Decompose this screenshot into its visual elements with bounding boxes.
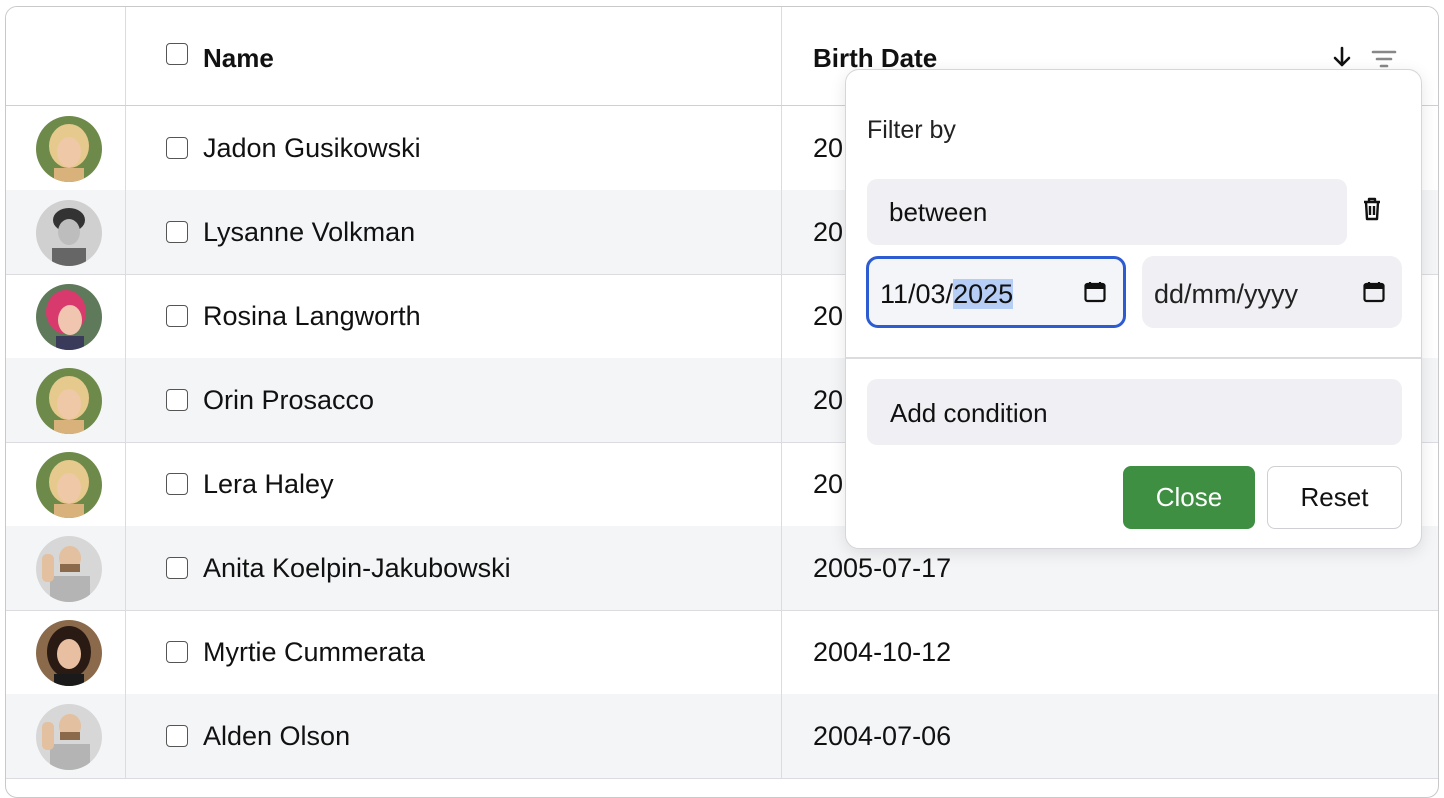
from-date-prefix: 11/03/	[880, 279, 954, 309]
name-cell: Myrtie Cummerata	[203, 637, 426, 667]
header-name-cell[interactable]: Name	[126, 7, 782, 105]
birth-date-cell: 20	[813, 469, 844, 499]
row-checkbox[interactable]	[166, 305, 188, 327]
row-checkbox[interactable]	[166, 641, 188, 663]
filter-title: Filter by	[867, 116, 956, 144]
row-checkbox[interactable]	[166, 473, 188, 495]
trash-icon[interactable]	[1361, 196, 1383, 222]
filter-operator-value: between	[889, 197, 988, 227]
blonde-woman-avatar	[36, 368, 102, 434]
table-row[interactable]: Myrtie Cummerata 2004-10-12	[6, 610, 1438, 695]
filter-operator-select[interactable]: between	[867, 179, 1347, 245]
name-cell: Lera Haley	[203, 469, 334, 499]
row-checkbox[interactable]	[166, 557, 188, 579]
name-cell: Jadon Gusikowski	[203, 133, 421, 163]
close-button[interactable]: Close	[1123, 466, 1255, 529]
row-checkbox[interactable]	[166, 221, 188, 243]
header-avatar-cell	[6, 7, 126, 105]
name-cell: Anita Koelpin-Jakubowski	[203, 553, 511, 583]
sort-down-icon[interactable]	[1332, 45, 1352, 69]
dark-hair-woman-avatar	[36, 620, 102, 686]
to-date-placeholder: dd/mm/yyyy	[1154, 279, 1299, 309]
name-column-header[interactable]: Name	[203, 43, 274, 74]
from-date-year-selected: 2025	[953, 279, 1014, 309]
from-date-input[interactable]: 11/03/2025	[866, 256, 1126, 328]
name-cell: Lysanne Volkman	[203, 217, 416, 247]
add-condition-label: Add condition	[890, 398, 1048, 428]
birth-date-cell: 2004-07-06	[813, 721, 952, 751]
filter-popover: Filter by between 11/03/2025 dd/mm/yyyy …	[845, 69, 1422, 549]
bearded-man-avatar	[36, 704, 102, 770]
birth-date-cell: 20	[813, 217, 844, 247]
pink-hair-woman-avatar	[36, 284, 102, 350]
row-checkbox[interactable]	[166, 137, 188, 159]
name-cell: Rosina Langworth	[203, 301, 421, 331]
birth-date-cell: 2004-10-12	[813, 637, 952, 667]
blonde-woman-avatar	[36, 116, 102, 182]
calendar-icon[interactable]	[1083, 280, 1107, 304]
popover-divider	[846, 357, 1421, 359]
name-cell: Orin Prosacco	[203, 385, 375, 415]
table-row[interactable]: Alden Olson 2004-07-06	[6, 694, 1438, 779]
to-date-input[interactable]: dd/mm/yyyy	[1142, 256, 1402, 328]
row-checkbox[interactable]	[166, 389, 188, 411]
calendar-icon[interactable]	[1362, 280, 1386, 304]
blonde-woman-avatar	[36, 452, 102, 518]
row-checkbox[interactable]	[166, 725, 188, 747]
bw-man-avatar	[36, 200, 102, 266]
birth-date-cell: 20	[813, 385, 844, 415]
birth-date-cell: 20	[813, 133, 844, 163]
filter-icon[interactable]	[1371, 49, 1397, 69]
birth-date-cell: 20	[813, 301, 844, 331]
add-condition-button[interactable]: Add condition	[867, 379, 1402, 445]
select-all-checkbox[interactable]	[166, 43, 188, 65]
bearded-man-avatar	[36, 536, 102, 602]
name-cell: Alden Olson	[203, 721, 351, 751]
reset-button[interactable]: Reset	[1267, 466, 1402, 529]
birth-date-cell: 2005-07-17	[813, 553, 952, 583]
